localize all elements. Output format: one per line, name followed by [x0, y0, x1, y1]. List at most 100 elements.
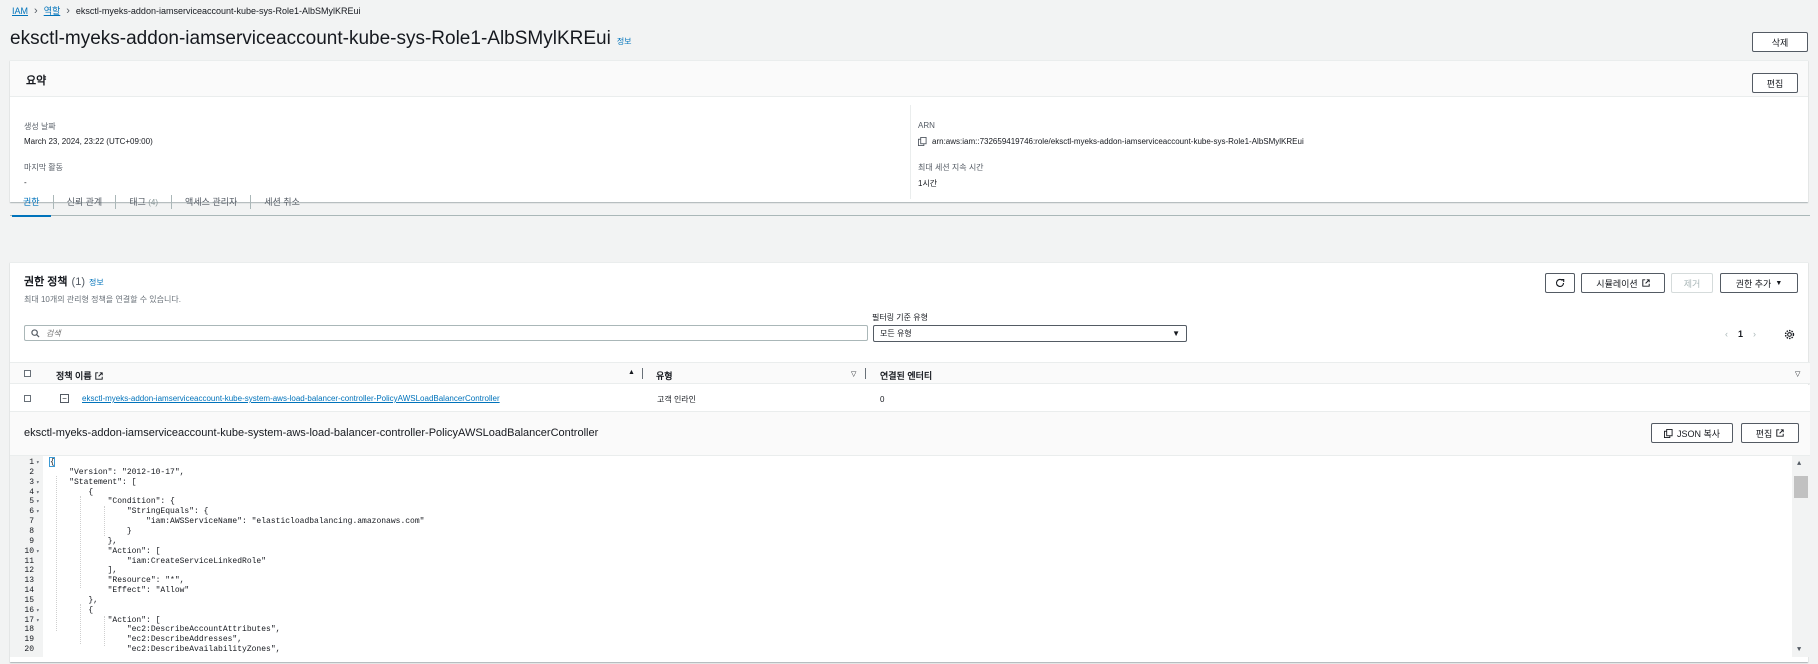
- settings-gear-icon[interactable]: [1784, 329, 1795, 340]
- column-separator[interactable]: [642, 368, 643, 379]
- permissions-subtitle: 최대 10개의 관리형 정책을 연결할 수 있습니다.: [24, 295, 181, 304]
- summary-panel: 요약 편집 생성 날짜 March 23, 2024, 23:22 (UTC+0…: [10, 60, 1808, 202]
- page-title: eksctl-myeks-addon-iamserviceaccount-kub…: [10, 28, 611, 49]
- code-line: "iam:AWSServiceName": "elasticloadbalanc…: [50, 517, 425, 527]
- column-type[interactable]: 유형: [656, 369, 673, 382]
- permissions-info-link[interactable]: 정보: [89, 277, 104, 288]
- add-permissions-button[interactable]: 권한 추가 ▼: [1720, 273, 1798, 293]
- json-editor[interactable]: 1 ▾{2 "Version": "2012-10-17", 3 ▾ "Stateme…: [10, 455, 1810, 657]
- line-number: 12: [24, 566, 34, 576]
- summary-header: [10, 61, 1808, 97]
- table-row[interactable]: − eksctl-myeks-addon-iamserviceaccount-k…: [10, 385, 1810, 412]
- pagination: ‹ 1 ›: [1725, 329, 1756, 339]
- chevron-right-icon[interactable]: ›: [1753, 329, 1756, 339]
- policy-edit-label: 편집: [1755, 428, 1773, 439]
- simulate-button[interactable]: 시뮬레이션: [1581, 273, 1665, 293]
- row-checkbox[interactable]: [24, 395, 31, 402]
- fold-toggle-icon[interactable]: ▾: [36, 607, 40, 614]
- fold-toggle-icon[interactable]: ▾: [36, 548, 40, 555]
- tab-access-advisor[interactable]: 액세스 관리자: [172, 194, 252, 209]
- scroll-down-icon[interactable]: ▼: [1797, 646, 1801, 654]
- fold-toggle-icon[interactable]: ▾: [36, 479, 40, 486]
- line-number: 18: [24, 625, 34, 635]
- policy-detail-name: eksctl-myeks-addon-iamserviceaccount-kub…: [24, 427, 599, 439]
- refresh-icon: [1555, 278, 1565, 288]
- breadcrumb-iam-link[interactable]: IAM: [12, 6, 28, 16]
- code-line: "Resource": "*",: [50, 576, 185, 586]
- line-number: 4: [29, 487, 34, 497]
- external-link-icon: [1776, 429, 1784, 437]
- search-icon: [31, 328, 40, 338]
- breadcrumb-current: eksctl-myeks-addon-iamserviceaccount-kub…: [75, 5, 361, 16]
- copy-json-button[interactable]: JSON 복사: [1651, 423, 1733, 443]
- fold-toggle-icon[interactable]: ▾: [36, 498, 40, 505]
- column-separator[interactable]: [865, 368, 866, 379]
- code-line: "Action": [: [50, 615, 161, 625]
- external-link-icon: [1642, 279, 1650, 287]
- refresh-button[interactable]: [1545, 273, 1575, 293]
- line-number: 7: [29, 517, 34, 527]
- indent-guide: [104, 616, 105, 646]
- search-input[interactable]: [46, 328, 646, 338]
- tab-tags[interactable]: 태그 (4): [116, 194, 173, 209]
- caret-down-icon: ▼: [1775, 279, 1783, 287]
- delete-button[interactable]: 삭제: [1752, 32, 1808, 52]
- sort-ascending-icon[interactable]: ▲: [628, 369, 635, 376]
- filter-label: 필터링 기준 유형: [872, 313, 928, 322]
- code-line: },: [50, 595, 99, 605]
- code-line: },: [50, 536, 118, 546]
- line-number: 20: [24, 645, 34, 655]
- filter-type-select[interactable]: 모든 유형 ▼: [873, 325, 1187, 342]
- breadcrumb: IAM › 역할 › eksctl-myeks-addon-iamservice…: [12, 4, 361, 17]
- info-link[interactable]: 정보: [617, 36, 632, 47]
- fold-toggle-icon[interactable]: ▾: [36, 617, 40, 624]
- code-line: "iam:CreateServiceLinkedRole": [50, 556, 267, 566]
- remove-button[interactable]: 제거: [1671, 273, 1713, 293]
- summary-edit-button[interactable]: 편집: [1752, 73, 1798, 93]
- line-number: 8: [29, 526, 34, 536]
- chevron-left-icon[interactable]: ‹: [1725, 329, 1728, 339]
- policy-name-link[interactable]: eksctl-myeks-addon-iamserviceaccount-kub…: [82, 394, 500, 403]
- code-line: "ec2:DescribeAvailabilityZones",: [50, 645, 281, 655]
- tab-trust-relationships[interactable]: 신뢰 관계: [54, 194, 117, 209]
- simulate-label: 시뮬레이션: [1596, 278, 1638, 289]
- created-value: March 23, 2024, 23:22 (UTC+09:00): [24, 137, 153, 146]
- column-policy-name[interactable]: 정책 이름: [56, 369, 103, 382]
- line-number: 13: [24, 576, 34, 586]
- policy-type: 고객 인라인: [657, 395, 697, 404]
- code-line: "ec2:DescribeAddresses",: [50, 635, 243, 645]
- tab-revoke-sessions[interactable]: 세션 취소: [251, 195, 313, 209]
- policy-edit-button[interactable]: 편집: [1741, 423, 1799, 443]
- code-line: "Statement": [: [50, 477, 137, 487]
- select-all-checkbox[interactable]: [24, 370, 31, 377]
- page-number[interactable]: 1: [1738, 329, 1743, 339]
- indent-guide: [56, 476, 57, 631]
- code-line: "Action": [: [50, 546, 161, 556]
- fold-toggle-icon[interactable]: ▾: [36, 459, 40, 466]
- search-field[interactable]: [24, 325, 868, 341]
- permissions-count: (1): [71, 276, 85, 288]
- fold-toggle-icon[interactable]: ▾: [36, 508, 40, 515]
- tab-tags-count: (4): [148, 197, 159, 207]
- collapse-row-icon[interactable]: −: [60, 394, 69, 403]
- fold-toggle-icon[interactable]: ▾: [36, 489, 40, 496]
- copy-icon[interactable]: [918, 137, 927, 146]
- editor-cursor: [49, 457, 55, 467]
- column-attached-entities[interactable]: 연결된 엔터티: [880, 369, 932, 382]
- line-number: 10: [24, 546, 34, 556]
- code-line: "Condition": {: [50, 497, 175, 507]
- sort-down-icon[interactable]: ▽: [1795, 370, 1800, 378]
- editor-scrollbar[interactable]: ▲ ▼: [1792, 456, 1810, 657]
- scroll-thumb[interactable]: [1794, 476, 1808, 498]
- line-number: 16: [24, 605, 34, 615]
- sort-down-icon[interactable]: ▽: [851, 370, 856, 378]
- tab-permissions[interactable]: 권한: [10, 194, 54, 217]
- add-permissions-label: 권한 추가: [1735, 278, 1772, 289]
- code-line: "Version": "2012-10-17",: [50, 467, 185, 477]
- copy-json-label: JSON 복사: [1676, 428, 1721, 439]
- scroll-up-icon[interactable]: ▲: [1797, 460, 1801, 468]
- created-label: 생성 날짜: [24, 122, 56, 131]
- permissions-title-row: 권한 정책 (1) 정보: [24, 273, 104, 289]
- breadcrumb-roles-link[interactable]: 역할: [44, 4, 61, 17]
- copy-icon: [1663, 428, 1673, 438]
